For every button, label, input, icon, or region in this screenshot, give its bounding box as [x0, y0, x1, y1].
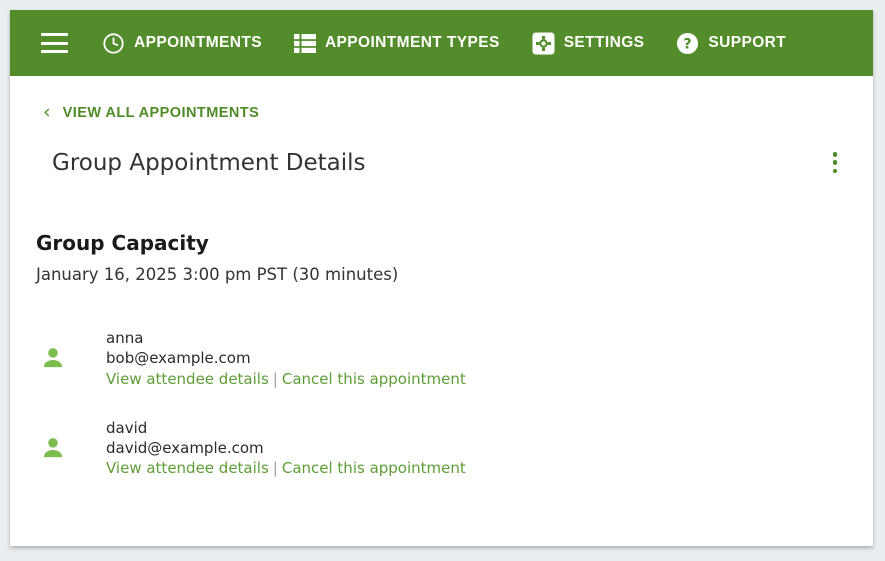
hamburger-bar: [40, 33, 68, 37]
page-title: Group Appointment Details: [52, 149, 366, 176]
attendee-name: david: [106, 418, 148, 437]
nav-label-settings: SETTINGS: [563, 34, 645, 51]
nav-item-appointment-types[interactable]: APPOINTMENT TYPES: [293, 10, 500, 76]
list-table-icon: [293, 33, 316, 53]
detail-header: Group Appointment Details: [10, 122, 873, 179]
person-icon: [36, 435, 70, 461]
view-all-appointments-link[interactable]: ‹ VIEW ALL APPOINTMENTS: [10, 76, 259, 122]
clock-icon: [102, 32, 125, 55]
nav-label-appointments: APPOINTMENTS: [134, 34, 262, 51]
hamburger-bar: [40, 49, 68, 53]
nav-item-appointments[interactable]: APPOINTMENTS: [102, 10, 262, 76]
attendee-list: anna bob@example.com View attendee detai…: [10, 328, 873, 479]
svg-text:?: ?: [684, 36, 692, 52]
nav-label-appointment-types: APPOINTMENT TYPES: [324, 34, 500, 51]
nav-item-support[interactable]: ? SUPPORT: [676, 10, 786, 76]
attendee-row: david david@example.com View attendee de…: [36, 418, 873, 479]
group-capacity-block: Group Capacity January 16, 2025 3:00 pm …: [10, 179, 873, 284]
question-mark-icon: ?: [676, 32, 699, 55]
hamburger-bar: [40, 41, 68, 45]
attendee-actions: View attendee details | Cancel this appoin…: [106, 369, 466, 389]
action-separator: |: [272, 459, 278, 478]
hamburger-menu-icon[interactable]: [32, 21, 76, 65]
attendee-actions: View attendee details | Cancel this appoin…: [106, 458, 466, 478]
app-card: APPOINTMENTS APPOINTMENT TYPES SETTINGS …: [10, 10, 873, 546]
view-attendee-details-link[interactable]: View attendee details: [106, 370, 269, 388]
attendee-row: anna bob@example.com View attendee detai…: [36, 328, 873, 389]
content-area: ‹ VIEW ALL APPOINTMENTS Group Appointmen…: [10, 76, 873, 546]
attendee-info: david david@example.com View attendee de…: [106, 418, 466, 479]
top-navigation-bar: APPOINTMENTS APPOINTMENT TYPES SETTINGS …: [10, 10, 873, 76]
gear-icon: [532, 31, 555, 55]
more-vertical-icon[interactable]: [825, 146, 846, 179]
attendee-email: bob@example.com: [106, 349, 251, 368]
person-icon: [36, 345, 70, 371]
cancel-appointment-link[interactable]: Cancel this appointment: [282, 370, 466, 388]
chevron-left-icon: ‹: [43, 101, 51, 123]
view-attendee-details-link[interactable]: View attendee details: [106, 459, 269, 477]
attendee-info: anna bob@example.com View attendee detai…: [106, 328, 466, 389]
attendee-name: anna: [106, 329, 144, 347]
kebab-dot: [832, 168, 837, 173]
nav-item-settings[interactable]: SETTINGS: [532, 10, 645, 76]
action-separator: |: [272, 369, 278, 388]
view-all-appointments-label: VIEW ALL APPOINTMENTS: [62, 104, 260, 121]
attendee-email: david@example.com: [106, 439, 264, 457]
group-capacity-title: Group Capacity: [36, 231, 209, 255]
kebab-dot: [832, 160, 837, 165]
group-capacity-datetime: January 16, 2025 3:00 pm PST (30 minutes…: [36, 265, 399, 284]
nav-label-support: SUPPORT: [708, 34, 787, 51]
kebab-dot: [832, 152, 837, 157]
cancel-appointment-link[interactable]: Cancel this appointment: [282, 459, 466, 477]
